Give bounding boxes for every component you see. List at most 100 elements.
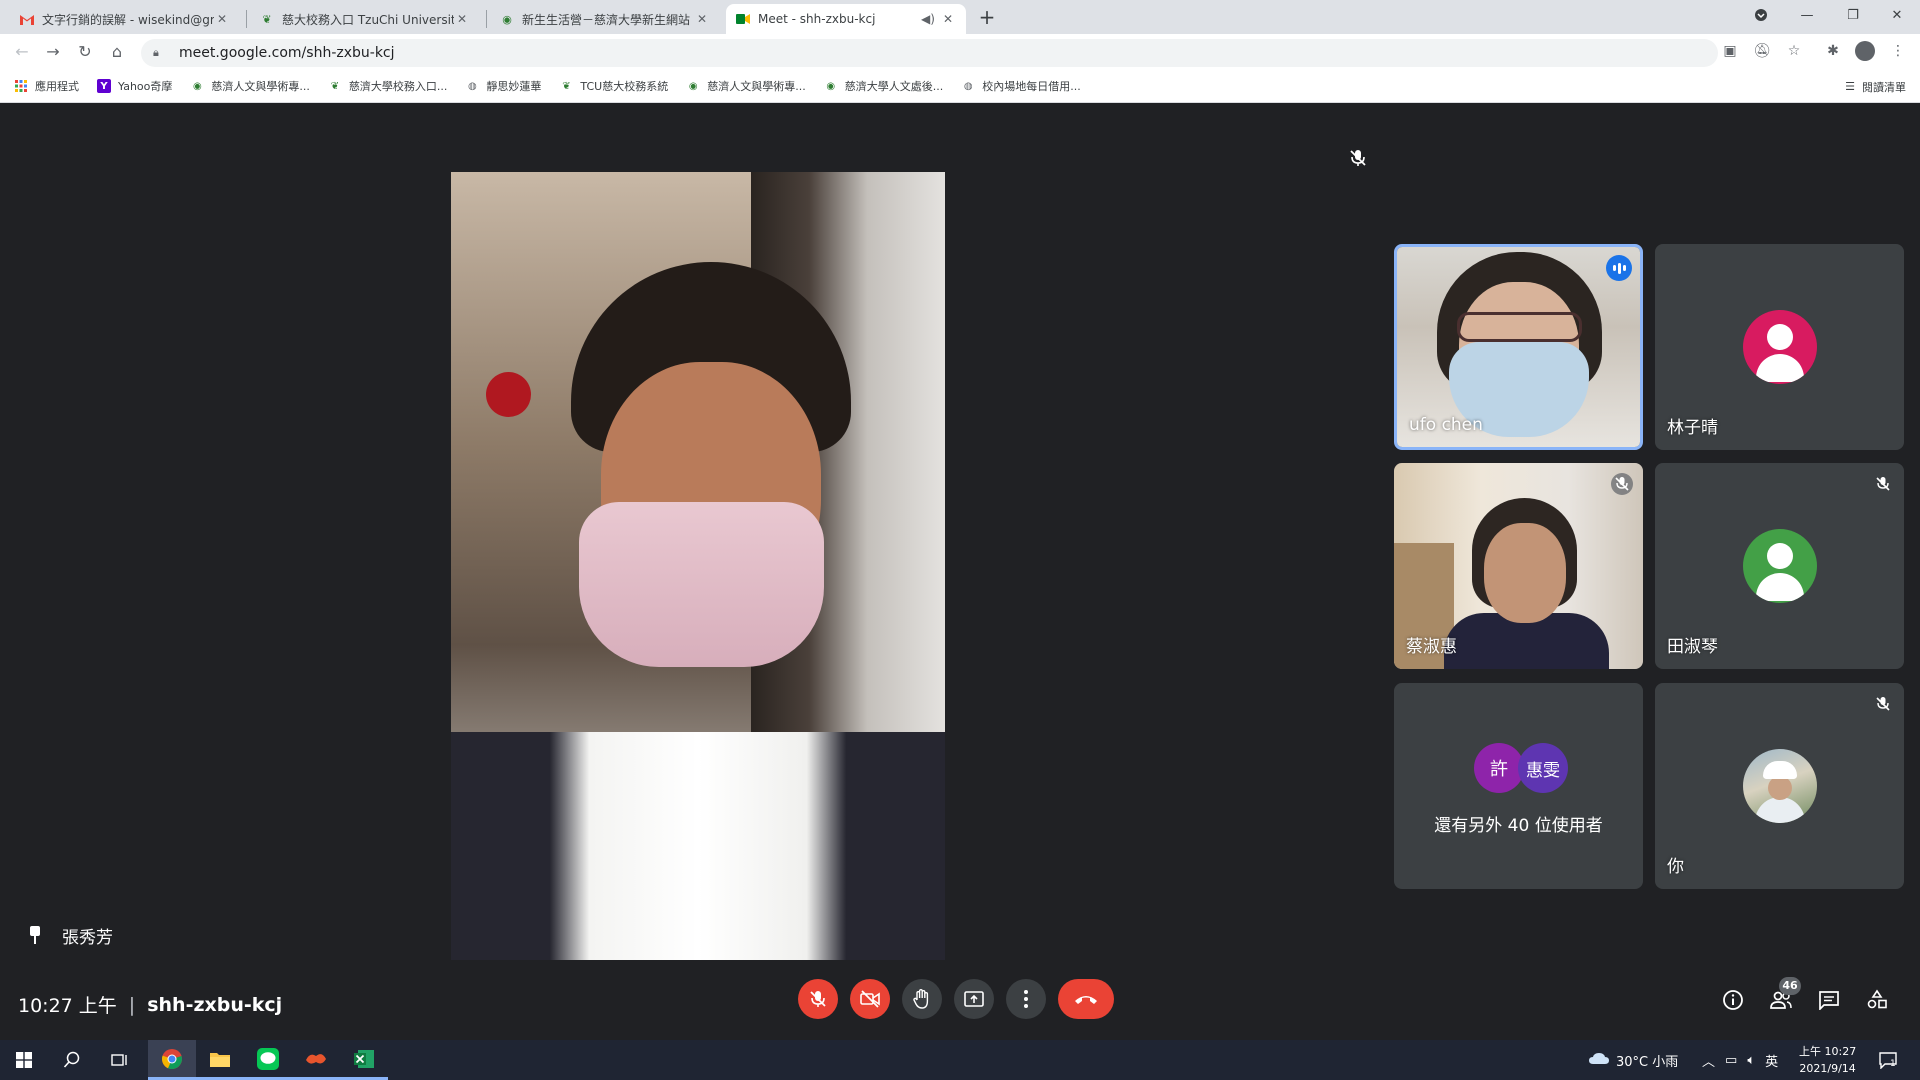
start-button[interactable] [0,1040,48,1080]
restore-icon[interactable]: ❐ [1830,0,1876,30]
tab-audio-icon[interactable]: ◀) [920,12,936,26]
system-clock[interactable]: 上午 10:27 2021/9/14 [1799,1043,1856,1077]
volume-icon[interactable]: 🔈︎ [1747,1053,1755,1068]
profile-avatar[interactable] [1854,40,1876,62]
tab-gmail[interactable]: 文字行銷的誤解 - wisekind@gm ✕ [10,4,240,34]
toggle-camera-button[interactable] [850,979,890,1019]
gmail-icon [20,12,34,26]
weather-widget[interactable]: 30°C 小雨 [1588,1040,1678,1080]
toggle-mic-button[interactable] [798,979,838,1019]
bookmark-label: 慈濟人文與學術專... [211,80,310,93]
meeting-details: 10:27 上午 | shh-zxbu-kcj [18,991,282,1018]
bookmark-tzuchi-admin[interactable]: ◉ 慈濟大學人文處後... [824,78,944,94]
reading-list-button[interactable]: ☰ 閱讀清單 [1845,70,1906,103]
bookmark-apps[interactable]: 應用程式 [14,78,79,94]
chrome-icon [161,1048,182,1069]
bookmark-label: 校內場地每日借用... [982,80,1081,93]
bookmark-tzuchi-humanities-2[interactable]: ◉ 慈濟人文與學術專... [686,78,806,94]
bookmark-tcu-system[interactable]: ❦ TCU慈大校務系統 [559,78,668,94]
close-window-icon[interactable]: ✕ [1874,0,1920,30]
info-icon [1723,990,1743,1010]
pinned-participant-name: 張秀芳 [62,928,113,948]
minimize-icon[interactable]: — [1784,0,1830,30]
reload-icon[interactable]: ↻ [73,40,97,64]
participant-tile-lin[interactable]: 林子晴 [1655,244,1904,450]
chat-button[interactable] [1816,987,1842,1013]
task-view-button[interactable] [96,1040,144,1080]
taskbar-excel[interactable] [340,1040,388,1080]
pin-icon[interactable] [26,925,44,946]
home-icon[interactable]: ⌂ [105,40,129,64]
tzuchi-logo-icon: ◉ [502,12,512,26]
taskbar-app[interactable] [292,1040,340,1080]
bookmark-yahoo[interactable]: Y Yahoo奇摩 [97,78,172,94]
address-bar[interactable]: 🔒︎ meet.google.com/shh-zxbu-kcj [141,39,1718,67]
tab-tzuchi-portal[interactable]: ❦ 慈大校務入口 TzuChi University ✕ [250,4,480,34]
bookmark-label: 慈濟大學人文處後... [844,80,944,93]
pinned-video[interactable] [451,172,945,960]
bookmark-tzuchi-humanities[interactable]: ◉ 慈濟人文與學術專... [190,78,310,94]
taskbar-chrome[interactable] [148,1040,196,1080]
bookmark-label: TCU慈大校務系統 [580,80,669,93]
network-icon[interactable]: ▭ [1725,1053,1737,1068]
participant-tile-ufo-chen[interactable]: ufo chen [1394,244,1643,450]
more-participants-tile[interactable]: 許 惠雯 還有另外 40 位使用者 [1394,683,1643,889]
bookmark-label: Yahoo奇摩 [118,80,173,93]
raise-hand-button[interactable] [902,979,942,1019]
avatar: 許 [1474,743,1524,793]
notifications-blocked-icon[interactable]: 🔕︎ [1751,40,1773,62]
extensions-icon[interactable]: ✱ [1822,40,1844,62]
camera-blocked-icon[interactable]: ▣ [1719,40,1741,62]
notification-count: 1 [1890,1059,1896,1069]
tray-icons[interactable]: ︿ ▭ 🔈︎ 英 [1702,1040,1778,1080]
globe-icon: ◍ [963,80,973,92]
reading-list-label: 閱讀清單 [1862,80,1906,94]
ime-indicator[interactable]: 英 [1765,1051,1778,1070]
bookmark-venue[interactable]: ◍ 校內場地每日借用... [961,78,1081,94]
activities-button[interactable] [1864,987,1890,1013]
close-tab-icon[interactable]: ✕ [940,12,956,26]
close-tab-icon[interactable]: ✕ [214,12,230,26]
tzuchi-leaf-icon: ❦ [262,12,272,26]
browser-menu-icon[interactable]: ⋮ [1887,40,1909,62]
forward-icon[interactable]: → [41,40,65,64]
taskbar-file-explorer[interactable] [196,1040,244,1080]
participant-name: 蔡淑惠 [1406,637,1457,657]
action-center-button[interactable]: 1 [1878,1040,1897,1080]
participant-tile-tian[interactable]: 田淑琴 [1655,463,1904,669]
search-button[interactable] [48,1040,96,1080]
tab-freshman-camp[interactable]: ◉ 新生生活營－慈濟大學新生網站 ✕ [490,4,720,34]
tab-title: 新生生活營－慈濟大學新生網站 [522,12,691,27]
bookmark-jingsi[interactable]: ◍ 靜思妙蓮華 [465,78,541,94]
tab-strip: 文字行銷的誤解 - wisekind@gm ✕ ❦ 慈大校務入口 TzuChi … [0,0,1920,34]
new-tab-button[interactable]: + [975,6,999,30]
google-meet-icon [736,12,750,26]
tab-search-icon[interactable] [1738,0,1784,30]
bookmark-star-icon[interactable]: ☆ [1783,40,1805,62]
bookmark-label: 慈濟人文與學術專... [707,80,806,93]
participant-tile-cai[interactable]: 蔡淑惠 [1394,463,1643,669]
participant-tile-you[interactable]: 你 [1655,683,1904,889]
clock-time: 上午 10:27 [1799,1045,1857,1058]
chevron-up-icon[interactable]: ︿ [1702,1051,1715,1070]
apps-grid-icon [14,79,28,93]
more-options-button[interactable] [1006,979,1046,1019]
speaking-indicator-icon [1606,255,1632,281]
tab-google-meet[interactable]: Meet - shh-zxbu-kcj ◀) ✕ [726,4,966,34]
search-icon [63,1051,80,1068]
participant-name: ufo chen [1409,415,1483,435]
participant-count-badge: 46 [1779,977,1801,995]
bookmark-tzuchi-portal[interactable]: ❦ 慈濟大學校務入口... [328,78,448,94]
meet-controls-bar: 10:27 上午 | shh-zxbu-kcj 46 [0,963,1920,1040]
close-tab-icon[interactable]: ✕ [694,12,710,26]
mic-off-icon [810,991,826,1007]
leave-call-button[interactable] [1058,979,1114,1019]
back-icon[interactable]: ← [10,40,34,64]
chat-icon [1819,991,1839,1010]
avatar [1742,749,1817,823]
taskbar-line[interactable] [244,1040,292,1080]
meet-stage: 張秀芳 ufo chen 林子晴 蔡淑惠 田淑琴 許 惠雯 還有另外 40 位使… [0,103,1920,1040]
close-tab-icon[interactable]: ✕ [454,12,470,26]
meeting-info-button[interactable] [1720,987,1746,1013]
present-screen-button[interactable] [954,979,994,1019]
